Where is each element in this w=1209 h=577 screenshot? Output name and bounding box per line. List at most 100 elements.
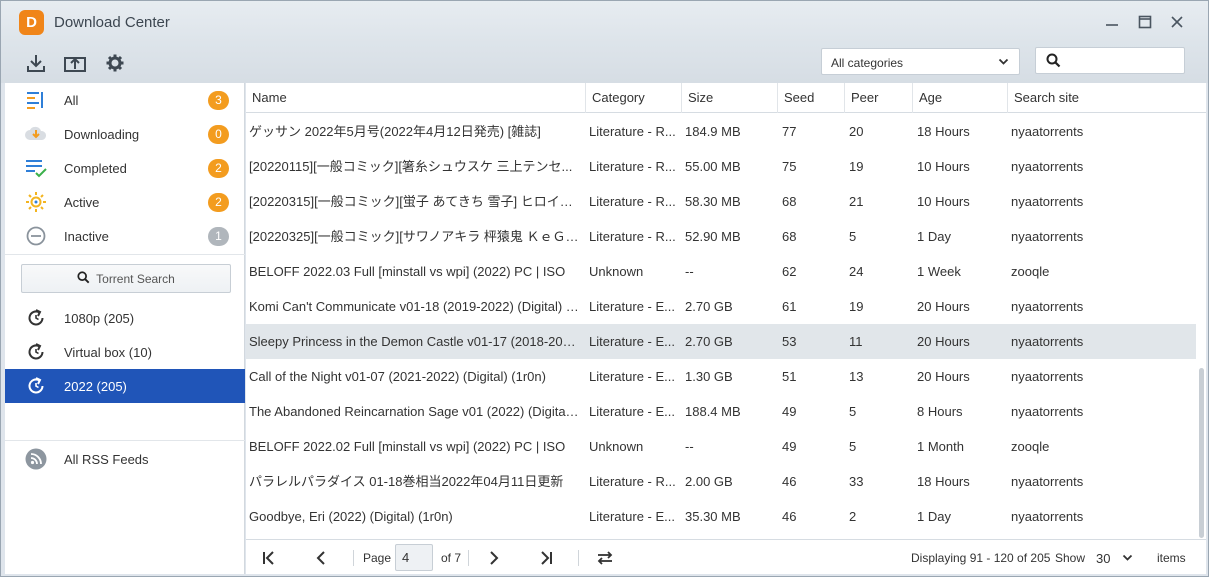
sidebar-item-downloading[interactable]: Downloading 0 bbox=[5, 117, 245, 151]
title-bar: D Download Center bbox=[1, 1, 1208, 43]
sidebar-item-search-virtual-box[interactable]: Virtual box (10) bbox=[5, 335, 245, 369]
cell-search-site: nyaatorrents bbox=[1011, 159, 1084, 174]
sidebar-item-inactive[interactable]: Inactive 1 bbox=[5, 219, 245, 253]
maximize-button[interactable] bbox=[1134, 11, 1156, 33]
cell-seed: 62 bbox=[782, 264, 797, 279]
column-header-name[interactable]: Name bbox=[246, 83, 586, 113]
table-header: Name Category Size Seed Peer Age Search … bbox=[246, 83, 1206, 113]
downloading-icon bbox=[25, 123, 47, 145]
cell-size: 184.9 MB bbox=[685, 124, 741, 139]
cell-seed: 61 bbox=[782, 299, 797, 314]
column-header-age[interactable]: Age bbox=[913, 83, 1008, 113]
cell-category: Literature - E... bbox=[589, 509, 675, 524]
sidebar: All 3 Downloading 0 Completed 2 Active 2 bbox=[5, 83, 245, 574]
cell-age: 1 Day bbox=[917, 229, 951, 244]
cell-peer: 33 bbox=[849, 474, 864, 489]
table-body: ゲッサン 2022年5月号(2022年4月12日発売) [雑誌] Literatu… bbox=[246, 114, 1196, 539]
sidebar-item-all[interactable]: All 3 bbox=[5, 83, 245, 117]
table-row[interactable]: BELOFF 2022.03 Full [minstall vs wpi] (2… bbox=[246, 254, 1196, 289]
table-row[interactable]: [20220325][一般コミック][サワノアキラ 枰猿鬼 ＫｅＧ] ... Li… bbox=[246, 219, 1196, 254]
cell-search-site: zooqle bbox=[1011, 264, 1050, 279]
cell-search-site: nyaatorrents bbox=[1011, 404, 1084, 419]
table-row[interactable]: Komi Can't Communicate v01-18 (2019-2022… bbox=[246, 289, 1196, 324]
cell-name: パラレルパラダイス 01-18巻相当2022年04月11日更新 bbox=[249, 474, 564, 489]
page-count-label: of 7 bbox=[441, 551, 462, 565]
category-select[interactable]: All categories bbox=[821, 48, 1020, 75]
cell-age: 18 Hours bbox=[917, 124, 970, 139]
cell-name: [20220115][一般コミック][箸糸シュウスケ 三上テンセ... bbox=[249, 159, 573, 174]
table-row[interactable]: ゲッサン 2022年5月号(2022年4月12日発売) [雑誌] Literatu… bbox=[246, 114, 1196, 149]
sidebar-item-search-2022[interactable]: 2022 (205) bbox=[5, 369, 245, 403]
first-page-button[interactable] bbox=[256, 545, 282, 571]
cell-name: The Abandoned Reincarnation Sage v01 (20… bbox=[249, 404, 581, 419]
all-list-icon bbox=[25, 89, 47, 111]
cell-peer: 11 bbox=[849, 334, 863, 349]
table-row[interactable]: [20220115][一般コミック][箸糸シュウスケ 三上テンセ... Liter… bbox=[246, 149, 1196, 184]
cell-seed: 46 bbox=[782, 474, 797, 489]
table-row[interactable]: [20220315][一般コミック][蛍子 あてきち 雪子] ヒロイン... Li… bbox=[246, 184, 1196, 219]
sidebar-item-label: Completed bbox=[64, 160, 127, 176]
column-header-peer[interactable]: Peer bbox=[845, 83, 913, 113]
divider bbox=[353, 550, 354, 566]
cell-size: 52.90 MB bbox=[685, 229, 741, 244]
cell-seed: 68 bbox=[782, 194, 797, 209]
window-title: Download Center bbox=[54, 14, 170, 31]
cell-seed: 53 bbox=[782, 334, 797, 349]
cell-size: -- bbox=[685, 264, 694, 279]
refresh-icon[interactable] bbox=[592, 545, 618, 571]
sidebar-item-active[interactable]: Active 2 bbox=[5, 185, 245, 219]
table-row[interactable]: Goodbye, Eri (2022) (Digital) (1r0n) Lite… bbox=[246, 499, 1196, 534]
cell-search-site: nyaatorrents bbox=[1011, 474, 1084, 489]
cell-category: Literature - E... bbox=[589, 299, 675, 314]
cell-search-site: nyaatorrents bbox=[1011, 194, 1084, 209]
table-row[interactable]: パラレルパラダイス 01-18巻相当2022年04月11日更新 Literatur… bbox=[246, 464, 1196, 499]
sidebar-item-search-1080p[interactable]: 1080p (205) bbox=[5, 301, 245, 335]
cell-seed: 75 bbox=[782, 159, 797, 174]
search-icon bbox=[1046, 53, 1061, 71]
cell-search-site: nyaatorrents bbox=[1011, 509, 1084, 524]
column-header-category[interactable]: Category bbox=[586, 83, 682, 113]
torrent-search-button[interactable]: Torrent Search bbox=[21, 264, 231, 293]
cell-seed: 51 bbox=[782, 369, 797, 384]
cell-peer: 5 bbox=[849, 229, 857, 244]
sidebar-item-completed[interactable]: Completed 2 bbox=[5, 151, 245, 185]
inactive-icon bbox=[25, 225, 47, 247]
cell-category: Unknown bbox=[589, 264, 644, 279]
items-per-page-value: 30 bbox=[1096, 551, 1111, 566]
minimize-button[interactable] bbox=[1101, 11, 1123, 33]
previous-page-button[interactable] bbox=[308, 545, 334, 571]
sidebar-item-label: Downloading bbox=[64, 126, 140, 142]
cell-category: Literature - R... bbox=[589, 229, 676, 244]
settings-gear-icon[interactable] bbox=[103, 51, 127, 75]
column-header-size[interactable]: Size bbox=[682, 83, 778, 113]
pagination-bar: Page of 7 Displaying 91 - 120 of 205 Sho… bbox=[246, 539, 1206, 574]
download-center-window: D Download Center All categories All 3 D… bbox=[0, 0, 1209, 577]
count-badge: 2 bbox=[208, 158, 229, 178]
download-icon[interactable] bbox=[24, 51, 48, 75]
column-header-seed[interactable]: Seed bbox=[778, 83, 845, 113]
next-page-button[interactable] bbox=[481, 545, 507, 571]
last-page-button[interactable] bbox=[533, 545, 559, 571]
cell-peer: 13 bbox=[849, 369, 864, 384]
torrent-search-label: Torrent Search bbox=[96, 271, 175, 286]
count-badge: 3 bbox=[208, 90, 229, 110]
close-button[interactable] bbox=[1166, 11, 1188, 33]
scrollbar-thumb[interactable] bbox=[1199, 368, 1204, 538]
cell-name: [20220315][一般コミック][蛍子 あてきち 雪子] ヒロイン... bbox=[249, 194, 581, 209]
table-row[interactable]: The Abandoned Reincarnation Sage v01 (20… bbox=[246, 394, 1196, 429]
cell-category: Literature - R... bbox=[589, 194, 676, 209]
search-input[interactable] bbox=[1035, 47, 1185, 74]
page-label: Page bbox=[363, 551, 392, 565]
upload-torrent-icon[interactable] bbox=[63, 51, 87, 75]
table-row[interactable]: Call of the Night v01-07 (2021-2022) (Di… bbox=[246, 359, 1196, 394]
cell-name: BELOFF 2022.02 Full [minstall vs wpi] (2… bbox=[249, 439, 566, 454]
column-header-search-site[interactable]: Search site bbox=[1008, 83, 1206, 113]
table-row[interactable]: Sleepy Princess in the Demon Castle v01-… bbox=[246, 324, 1196, 359]
cell-peer: 5 bbox=[849, 404, 857, 419]
sidebar-item-rss[interactable]: All RSS Feeds bbox=[5, 442, 245, 476]
table-row[interactable]: BELOFF 2022.02 Full [minstall vs wpi] (2… bbox=[246, 429, 1196, 464]
items-per-page-select[interactable]: 30 bbox=[1096, 546, 1138, 570]
vertical-scrollbar[interactable] bbox=[1196, 114, 1206, 539]
page-number-input[interactable] bbox=[395, 544, 433, 571]
cell-peer: 20 bbox=[849, 124, 864, 139]
